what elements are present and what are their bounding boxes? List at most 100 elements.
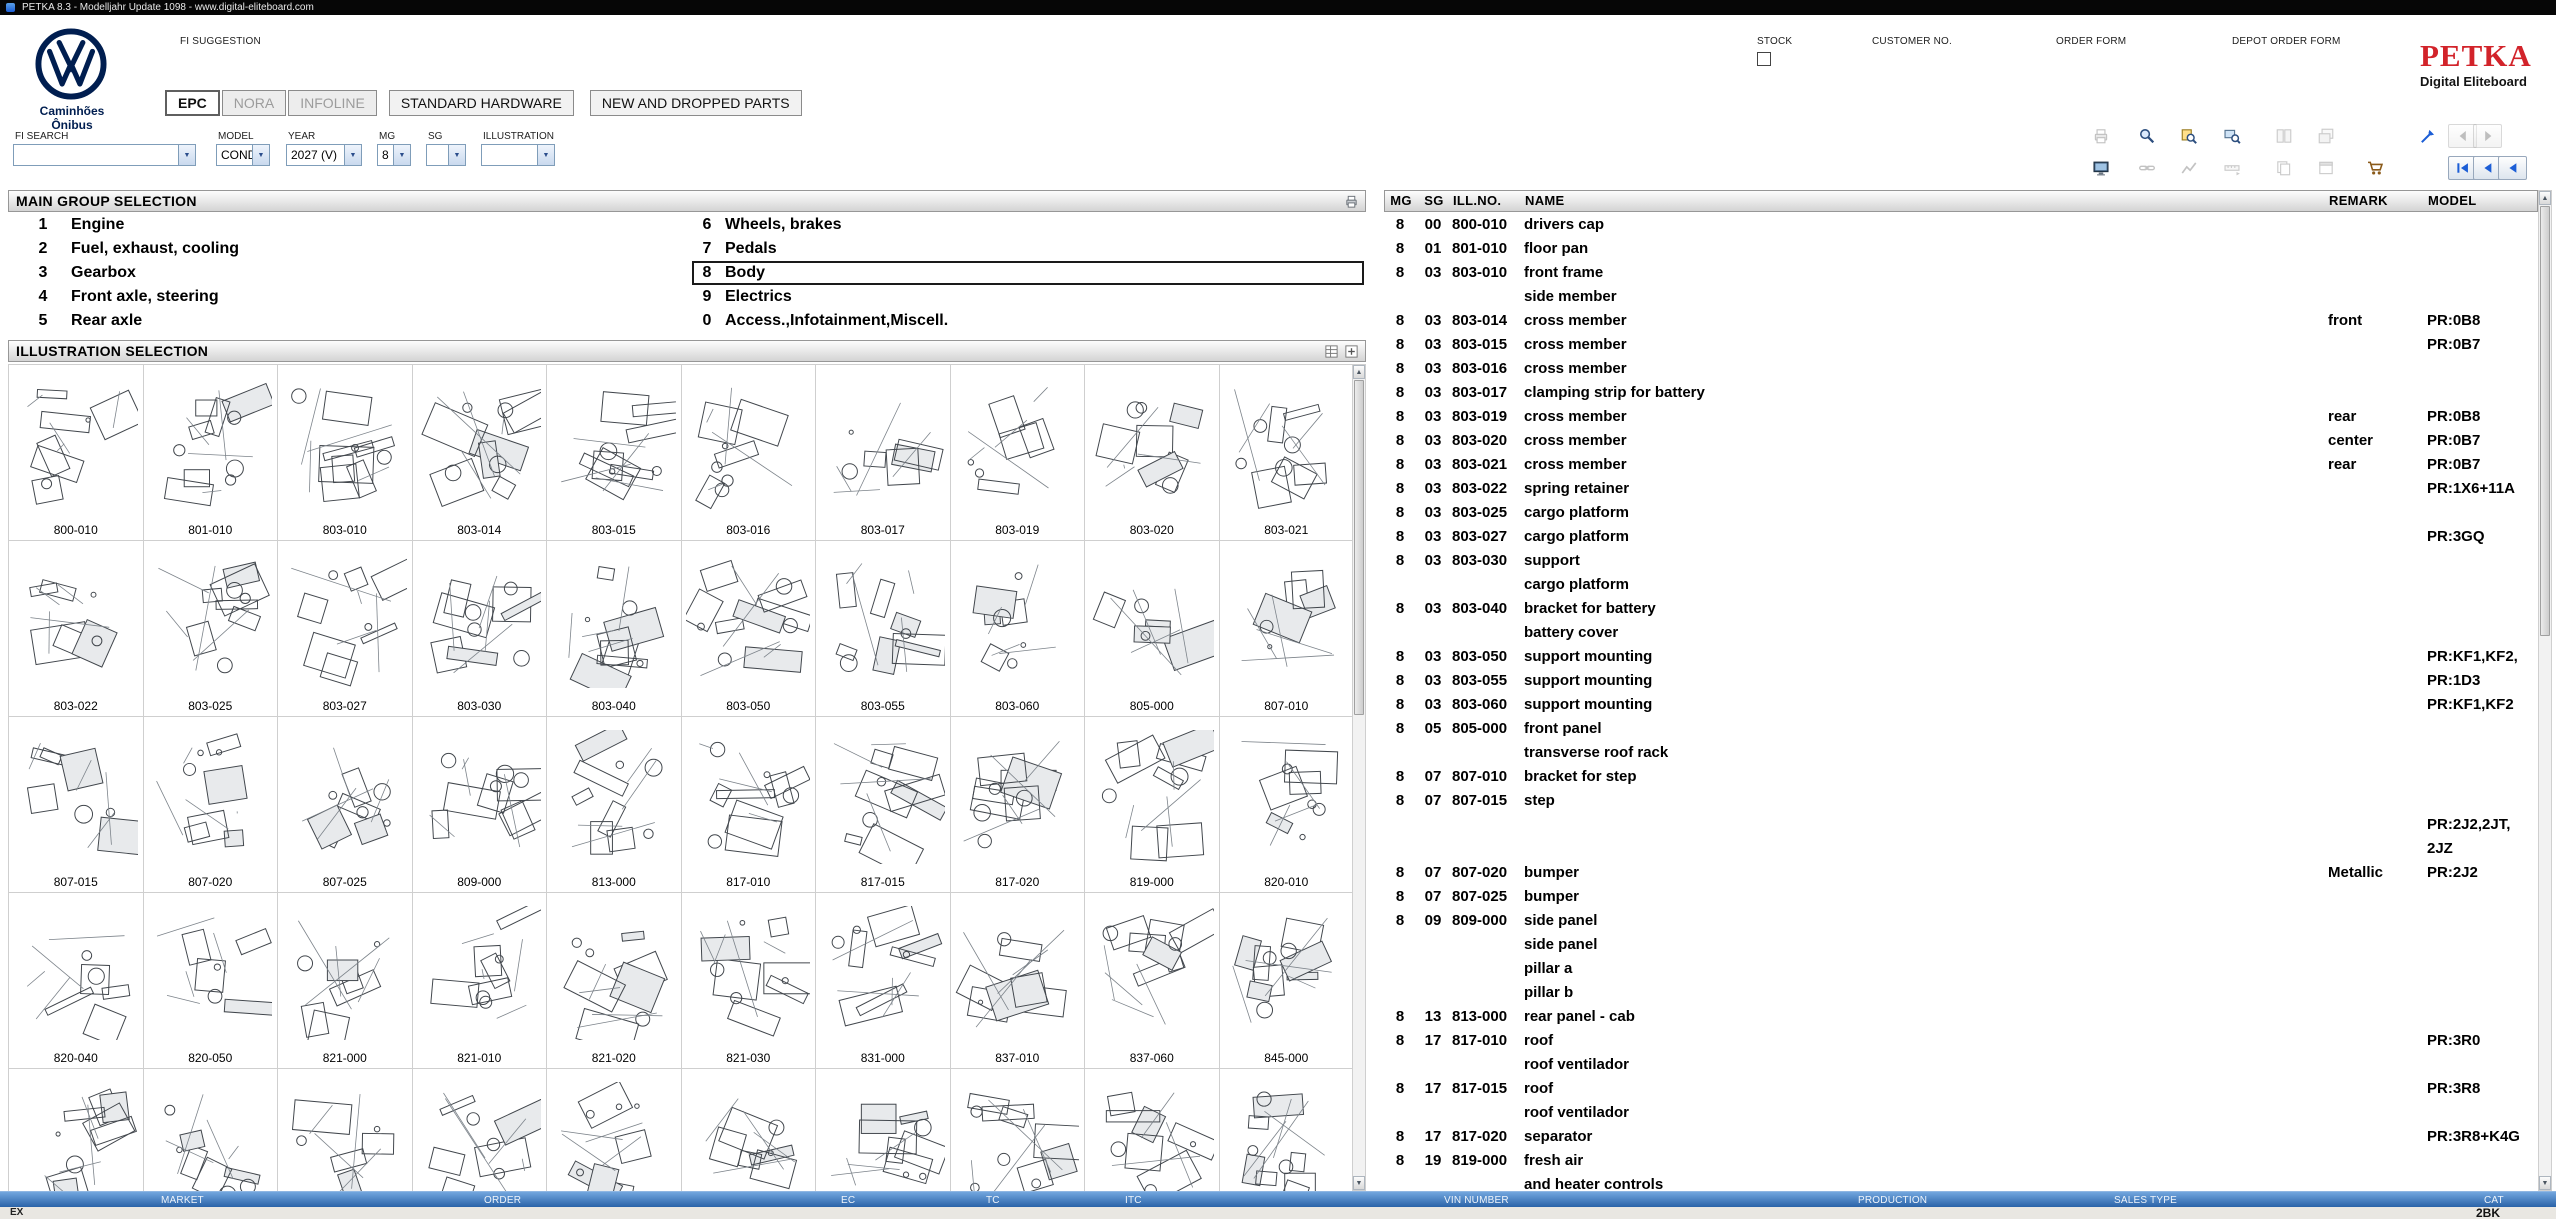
scroll-thumb[interactable] <box>1354 380 1364 715</box>
illustration-thumb-803-025[interactable]: 803-025 <box>144 541 279 717</box>
parts-table-row[interactable]: 807807-020bumperMetallicPR:2J2 <box>1384 861 2538 885</box>
parts-table-row[interactable]: 817817-015roofPR:3R8 <box>1384 1077 2538 1101</box>
parts-table-row[interactable]: pillar b <box>1384 981 2538 1005</box>
tab-nora[interactable]: NORA <box>222 90 286 116</box>
illustration-thumb[interactable] <box>413 1069 548 1191</box>
tab-infoline[interactable]: INFOLINE <box>288 90 377 116</box>
parts-table-row[interactable]: 803803-025cargo platform <box>1384 501 2538 525</box>
parts-table-row[interactable]: 803803-010front frame <box>1384 261 2538 285</box>
photo-zoom-icon[interactable] <box>2217 124 2246 148</box>
filter-combo-model[interactable]: COND▼ <box>216 144 270 166</box>
illustration-thumb-803-015[interactable]: 803-015 <box>547 365 682 541</box>
illustration-thumb-800-010[interactable]: 800-010 <box>9 365 144 541</box>
parts-table-row[interactable]: 819819-000fresh air <box>1384 1149 2538 1173</box>
parts-table-row[interactable]: transverse roof rack <box>1384 741 2538 765</box>
illustration-thumb-809-000[interactable]: 809-000 <box>413 717 548 893</box>
parts-table-row[interactable]: 803803-055support mountingPR:1D3 <box>1384 669 2538 693</box>
illustration-thumb-820-050[interactable]: 820-050 <box>144 893 279 1069</box>
parts-table-row[interactable]: cargo platform <box>1384 573 2538 597</box>
illustration-thumb-813-000[interactable]: 813-000 <box>547 717 682 893</box>
illustration-thumb-803-014[interactable]: 803-014 <box>413 365 548 541</box>
illustration-thumb[interactable] <box>1085 1069 1220 1191</box>
parts-table-row[interactable]: side member <box>1384 285 2538 309</box>
filter-combo-year[interactable]: 2027 (V)▼ <box>286 144 362 166</box>
illustration-thumb-801-010[interactable]: 801-010 <box>144 365 279 541</box>
parts-table-row[interactable]: 803803-017clamping strip for battery <box>1384 381 2538 405</box>
parts-table-row[interactable]: pillar a <box>1384 957 2538 981</box>
parts-table-row[interactable]: and heater controls <box>1384 1173 2538 1191</box>
illustration-thumb-821-020[interactable]: 821-020 <box>547 893 682 1069</box>
parts-table-row[interactable]: 809809-000side panel <box>1384 909 2538 933</box>
scroll-thumb[interactable] <box>2540 206 2550 636</box>
table-scrollbar[interactable]: ▲ ▼ <box>2538 190 2552 1191</box>
parts-table-row[interactable]: battery cover <box>1384 621 2538 645</box>
parts-table-row[interactable]: 807807-010bracket for step <box>1384 765 2538 789</box>
screen-icon[interactable] <box>2086 156 2115 180</box>
illustration-thumb-831-000[interactable]: 831-000 <box>816 893 951 1069</box>
illustration-thumb-805-000[interactable]: 805-000 <box>1085 541 1220 717</box>
list-view-icon[interactable] <box>1323 343 1340 360</box>
parts-table-row[interactable]: 807807-025bumper <box>1384 885 2538 909</box>
parts-table-row[interactable]: 817817-010roofPR:3R0 <box>1384 1029 2538 1053</box>
illustration-thumb-803-021[interactable]: 803-021 <box>1220 365 1354 541</box>
parts-table-row[interactable]: 813813-000rear panel - cab <box>1384 1005 2538 1029</box>
illustration-thumb[interactable] <box>951 1069 1086 1191</box>
illustration-thumb-803-027[interactable]: 803-027 <box>278 541 413 717</box>
main-group-item-0[interactable]: 0Access.,Infotainment,Miscell. <box>692 309 1364 333</box>
dropdown-arrow-icon[interactable]: ▼ <box>344 145 361 165</box>
tab-new-and-dropped-parts[interactable]: NEW AND DROPPED PARTS <box>590 90 802 116</box>
main-group-item-8[interactable]: 8Body <box>692 261 1364 285</box>
parts-table-row[interactable]: 2JZ <box>1384 837 2538 861</box>
scroll-down-icon[interactable]: ▼ <box>2539 1176 2551 1190</box>
dropdown-arrow-icon[interactable]: ▼ <box>393 145 410 165</box>
parts-table-row[interactable]: 803803-030support <box>1384 549 2538 573</box>
illustration-thumb-817-010[interactable]: 817-010 <box>682 717 817 893</box>
illustration-thumb-821-010[interactable]: 821-010 <box>413 893 548 1069</box>
parts-table-row[interactable]: 800800-010drivers cap <box>1384 213 2538 237</box>
illustration-thumb-820-040[interactable]: 820-040 <box>9 893 144 1069</box>
cart-icon[interactable] <box>2360 156 2389 180</box>
parts-table-row[interactable]: 803803-022spring retainerPR:1X6+11A <box>1384 477 2538 501</box>
illustration-thumb[interactable] <box>682 1069 817 1191</box>
illustration-thumb-821-030[interactable]: 821-030 <box>682 893 817 1069</box>
parts-table-row[interactable]: 803803-021cross memberrearPR:0B7 <box>1384 453 2538 477</box>
dropdown-arrow-icon[interactable]: ▼ <box>252 145 269 165</box>
filter-combo-mg[interactable]: 8▼ <box>377 144 411 166</box>
main-group-item-1[interactable]: 1Engine <box>8 213 688 237</box>
parts-table-row[interactable]: 807807-015step <box>1384 789 2538 813</box>
illustration-thumb-803-010[interactable]: 803-010 <box>278 365 413 541</box>
illustration-thumb-807-020[interactable]: 807-020 <box>144 717 279 893</box>
filter-combo-fi-search[interactable]: ▼ <box>13 144 196 166</box>
parts-table-row[interactable]: 817817-020separatorPR:3R8+K4G <box>1384 1125 2538 1149</box>
illustration-thumb-803-016[interactable]: 803-016 <box>682 365 817 541</box>
parts-table-row[interactable]: 803803-020cross membercenterPR:0B7 <box>1384 429 2538 453</box>
main-group-item-9[interactable]: 9Electrics <box>692 285 1364 309</box>
parts-table-row[interactable]: roof ventilador <box>1384 1101 2538 1125</box>
dropdown-arrow-icon[interactable]: ▼ <box>448 145 465 165</box>
illustration-thumb-807-025[interactable]: 807-025 <box>278 717 413 893</box>
tab-epc[interactable]: EPC <box>165 90 220 116</box>
tab-standard-hardware[interactable]: STANDARD HARDWARE <box>389 90 574 116</box>
illustration-thumb-803-030[interactable]: 803-030 <box>413 541 548 717</box>
dropdown-arrow-icon[interactable]: ▼ <box>537 145 554 165</box>
illustration-thumb[interactable] <box>278 1069 413 1191</box>
main-group-item-2[interactable]: 2Fuel, exhaust, cooling <box>8 237 688 261</box>
scroll-down-icon[interactable]: ▼ <box>1353 1176 1365 1190</box>
illustration-thumb-817-015[interactable]: 817-015 <box>816 717 951 893</box>
parts-table-row[interactable]: PR:2J2,2JT, <box>1384 813 2538 837</box>
parts-table-row[interactable]: 803803-016cross member <box>1384 357 2538 381</box>
illustration-thumb[interactable] <box>144 1069 279 1191</box>
illustration-scrollbar[interactable]: ▲ ▼ <box>1352 364 1366 1191</box>
parts-table-row[interactable]: 803803-015cross memberPR:0B7 <box>1384 333 2538 357</box>
parts-table-row[interactable]: side panel <box>1384 933 2538 957</box>
parts-table-row[interactable]: 805805-000front panel <box>1384 717 2538 741</box>
illustration-thumb-817-020[interactable]: 817-020 <box>951 717 1086 893</box>
illustration-thumb-837-060[interactable]: 837-060 <box>1085 893 1220 1069</box>
illustration-thumb-803-050[interactable]: 803-050 <box>682 541 817 717</box>
stock-checkbox[interactable] <box>1757 52 1771 66</box>
illustration-thumb-803-040[interactable]: 803-040 <box>547 541 682 717</box>
scroll-up-icon[interactable]: ▲ <box>2539 191 2551 205</box>
illustration-thumb-820-010[interactable]: 820-010 <box>1220 717 1354 893</box>
illustration-thumb-803-022[interactable]: 803-022 <box>9 541 144 717</box>
illustration-thumb-807-010[interactable]: 807-010 <box>1220 541 1354 717</box>
